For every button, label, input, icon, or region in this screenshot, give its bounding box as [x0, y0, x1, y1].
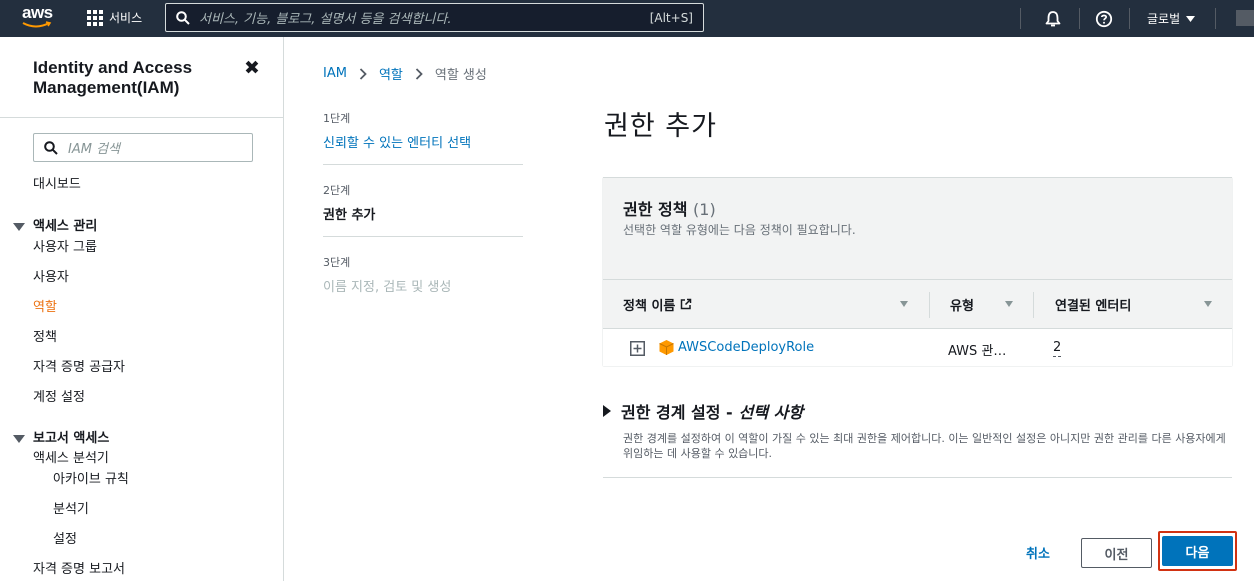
section-label: 액세스 관리: [33, 219, 98, 234]
caret-down-icon: [1186, 15, 1196, 22]
aws-managed-policy-icon: [659, 340, 674, 355]
boundary-title: 권한 경계 설정 -: [621, 403, 733, 422]
chevron-right-icon: [359, 67, 367, 80]
sidebar-item-analyzers[interactable]: 분석기: [53, 498, 89, 517]
panel-title-text: 권한 정책: [623, 200, 688, 219]
permissions-policies-panel: 권한 정책 (1) 선택한 역할 유형에는 다음 정책이 필요합니다. 정책 이…: [603, 177, 1232, 366]
caret-down-icon: [13, 222, 25, 231]
sidebar-item-user-groups[interactable]: 사용자 그룹: [33, 236, 97, 255]
services-menu-button[interactable]: 서비스: [87, 9, 142, 26]
step-title-current: 권한 추가: [323, 208, 376, 223]
wizard-step-3: 3단계 이름 지정, 검토 및 생성: [323, 254, 523, 295]
sort-caret-icon[interactable]: [1204, 301, 1212, 307]
sidebar-item-access-analyzer[interactable]: 액세스 분석기: [33, 447, 109, 466]
sidebar-item-roles[interactable]: 역할: [33, 296, 57, 315]
search-icon: [176, 10, 190, 25]
panel-header: 권한 정책 (1) 선택한 역할 유형에는 다음 정책이 필요합니다.: [603, 178, 1232, 279]
bell-icon: [1045, 10, 1061, 26]
permissions-boundary-toggle[interactable]: 권한 경계 설정 - 선택 사항: [603, 399, 1232, 423]
global-search-input[interactable]: 서비스, 기능, 블로그, 설명서 등을 검색합니다. [Alt+S]: [165, 3, 704, 32]
panel-title: 권한 정책 (1): [623, 196, 716, 220]
breadcrumb-iam[interactable]: IAM: [323, 66, 347, 81]
sort-caret-icon[interactable]: [900, 301, 908, 307]
close-icon[interactable]: ✖: [244, 57, 260, 79]
cancel-button[interactable]: 취소: [1003, 537, 1073, 567]
sidebar-item-users[interactable]: 사용자: [33, 266, 69, 285]
sidebar-item-settings[interactable]: 설정: [53, 528, 77, 547]
sidebar-item-account-settings[interactable]: 계정 설정: [33, 386, 85, 405]
region-selector[interactable]: 글로벌: [1147, 0, 1196, 37]
permissions-boundary-section: 권한 경계 설정 - 선택 사항 권한 경계를 설정하여 이 역할이 가질 수 …: [603, 399, 1232, 461]
section-label: 보고서 액세스: [33, 431, 110, 446]
step-label: 1단계: [323, 112, 351, 125]
sidebar-section-access-management[interactable]: 액세스 관리: [13, 215, 97, 234]
previous-button[interactable]: 이전: [1081, 538, 1152, 568]
step-title-disabled: 이름 지정, 검토 및 생성: [323, 280, 452, 295]
sidebar-section-access-reports[interactable]: 보고서 액세스: [13, 427, 109, 446]
sidebar-item-identity-providers[interactable]: 자격 증명 공급자: [33, 356, 125, 375]
attached-entities-count[interactable]: 2: [1053, 340, 1062, 357]
column-header-policy-name[interactable]: 정책 이름: [623, 280, 692, 328]
caret-down-icon: [13, 434, 25, 443]
boundary-description: 권한 경계를 설정하여 이 역할이 가질 수 있는 최대 권한을 제어합니다. …: [623, 432, 1226, 460]
sidebar-item-dashboard[interactable]: 대시보드: [33, 173, 81, 192]
caret-right-icon: [603, 405, 611, 417]
sidebar-item-credential-report[interactable]: 자격 증명 보고서: [33, 558, 125, 577]
top-navigation-bar: aws 서비스 서비스, 기능, 블로그, 설명서 등을 검색합니다. [Alt…: [0, 0, 1254, 37]
region-label: 글로벌: [1147, 12, 1181, 26]
wizard-step-2: 2단계 권한 추가: [323, 182, 523, 223]
sidebar-title: Identity and Access Management(IAM): [33, 58, 193, 97]
breadcrumb-roles[interactable]: 역할: [379, 64, 403, 83]
services-label: 서비스: [109, 11, 143, 25]
step-label: 3단계: [323, 256, 351, 269]
aws-logo-text: aws: [22, 3, 53, 22]
wizard-step-1[interactable]: 1단계 신뢰할 수 있는 엔터티 선택: [323, 110, 523, 151]
sort-caret-icon[interactable]: [1005, 301, 1013, 307]
column-header-attached-entities[interactable]: 연결된 엔터티: [1055, 280, 1131, 328]
page-title: 권한 추가: [604, 111, 717, 142]
chevron-right-icon: [415, 67, 423, 80]
table-header: 정책 이름 유형 연결된 엔터티: [603, 279, 1232, 329]
column-label: 정책 이름: [623, 298, 676, 314]
policy-count: (1): [693, 200, 716, 219]
sidebar: Identity and Access Management(IAM) ✖ IA…: [0, 37, 284, 581]
boundary-optional: 선택 사항: [738, 403, 804, 422]
column-header-type[interactable]: 유형: [950, 280, 974, 328]
policy-type: AWS 관…: [948, 344, 1007, 359]
step-label: 2단계: [323, 184, 351, 197]
aws-logo[interactable]: aws: [22, 4, 58, 32]
expand-plus-icon[interactable]: [630, 341, 645, 356]
next-button[interactable]: 다음: [1162, 536, 1233, 566]
sidebar-search-input[interactable]: IAM 검색: [33, 133, 253, 162]
grid-icon: [87, 9, 103, 26]
search-shortcut-hint: [Alt+S]: [649, 10, 693, 25]
sidebar-search-placeholder: IAM 검색: [68, 142, 120, 157]
breadcrumb-create-role: 역할 생성: [434, 68, 487, 83]
notifications-button[interactable]: [1044, 0, 1062, 37]
search-icon: [44, 140, 58, 155]
search-placeholder: 서비스, 기능, 블로그, 설명서 등을 검색합니다.: [199, 12, 452, 27]
external-link-icon: [681, 298, 692, 310]
main-content: IAM 역할 역할 생성 1단계 신뢰할 수 있는 엔터티 선택 2단계 권한 …: [285, 37, 1254, 581]
sidebar-item-archive-rules[interactable]: 아카이브 규칙: [53, 468, 129, 487]
help-icon: [1095, 10, 1113, 27]
help-button[interactable]: [1095, 0, 1113, 37]
step-title-link[interactable]: 신뢰할 수 있는 엔터티 선택: [323, 132, 523, 151]
aws-smile-icon: [22, 21, 52, 28]
panel-description: 선택한 역할 유형에는 다음 정책이 필요합니다.: [623, 223, 856, 237]
table-row: AWSCodeDeployRole AWS 관… 2: [603, 329, 1232, 366]
policy-name-link[interactable]: AWSCodeDeployRole: [678, 340, 814, 355]
account-menu[interactable]: [1236, 10, 1254, 26]
sidebar-item-policies[interactable]: 정책: [33, 326, 57, 345]
breadcrumb: IAM 역할 역할 생성: [323, 64, 487, 83]
